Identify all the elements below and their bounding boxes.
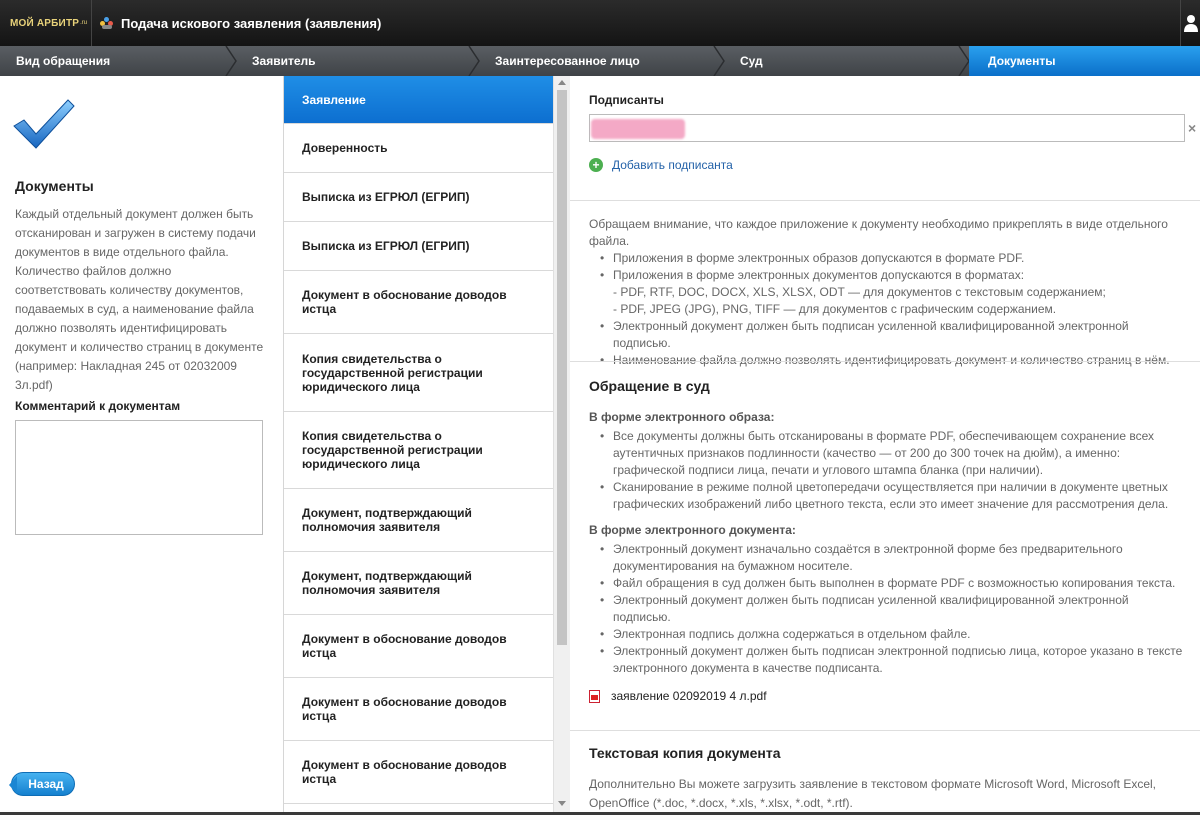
comment-label: Комментарий к документам: [15, 399, 181, 413]
list-item-document[interactable]: Выписка из ЕГРЮЛ (ЕГРИП): [284, 222, 553, 271]
clear-signer-icon[interactable]: ×: [1188, 120, 1196, 136]
step-label: Вид обращения: [16, 54, 111, 68]
list-item-label: Документ, подтверждающий полномочия заяв…: [302, 506, 472, 534]
notice-line: Приложения в форме электронных образов д…: [600, 250, 1189, 267]
checkmark-icon: [13, 99, 75, 149]
list-item-document[interactable]: Документ в обоснование доводов истца: [284, 741, 553, 804]
step-label: Документы: [988, 54, 1056, 68]
scroll-thumb[interactable]: [557, 90, 567, 645]
list-item: Электронный документ изначально создаётс…: [600, 541, 1183, 575]
divider: [570, 730, 1200, 731]
notice-line: Электронный документ должен быть подписа…: [600, 318, 1189, 352]
list-item: Все документы должны быть отсканированы …: [600, 428, 1183, 479]
list-item-label: Документ в обоснование доводов истца: [302, 758, 507, 786]
page-title: Подача искового заявления (заявления): [121, 15, 382, 31]
list-item-label: Документ в обоснование доводов истца: [302, 695, 507, 723]
list-item: Электронный документ должен быть подписа…: [600, 592, 1183, 626]
app-title: Подача искового заявления (заявления): [100, 16, 381, 31]
doc-form-list: Электронный документ изначально создаётс…: [600, 541, 1183, 677]
user-icon[interactable]: [1180, 0, 1200, 46]
top-bar: МОЙ АРБИТР .ru Подача искового заявления …: [0, 0, 1200, 46]
list-item: Сканирование в режиме полной цветопереда…: [600, 479, 1183, 513]
notice-line: - PDF, RTF, DOC, DOCX, XLS, XLSX, ODT — …: [613, 285, 1106, 299]
list-item-label: Выписка из ЕГРЮЛ (ЕГРИП): [302, 239, 470, 253]
step-request-type[interactable]: Вид обращения: [0, 46, 237, 76]
add-signer-label: Добавить подписанта: [612, 158, 733, 172]
documents-heading: Документы: [15, 178, 94, 194]
logo-suffix: .ru: [80, 20, 88, 26]
comment-textarea[interactable]: [15, 420, 263, 535]
signers-label: Подписанты: [589, 93, 664, 107]
documents-list: Заявление Доверенность Выписка из ЕГРЮЛ …: [283, 76, 553, 812]
notice-intro: Обращаем внимание, что каждое приложение…: [589, 217, 1168, 248]
list-item-label: Документ в обоснование доводов истца: [302, 632, 507, 660]
wizard-steps: Вид обращения Заявитель Заинтересованное…: [0, 46, 1200, 76]
people-icon: [100, 16, 114, 30]
back-button-label: Назад: [28, 777, 64, 791]
step-label: Заявитель: [252, 54, 316, 68]
court-request-heading: Обращение в суд: [589, 378, 710, 394]
text-copy-description: Дополнительно Вы можете загрузить заявле…: [589, 777, 1157, 810]
documents-description: Каждый отдельный документ должен быть от…: [15, 207, 264, 392]
signer-field[interactable]: [589, 114, 1185, 142]
list-item-label: Документ в обоснование доводов истца: [302, 288, 507, 316]
list-item-document[interactable]: Документ в обоснование доводов истца: [284, 271, 553, 334]
list-item-label: Доверенность: [302, 141, 388, 155]
scroll-up-arrow-icon[interactable]: [558, 80, 566, 85]
list-item-document[interactable]: Документ в обоснование доводов истца: [284, 615, 553, 678]
list-item-document[interactable]: Копия свидетельства о государственной ре…: [284, 334, 553, 412]
image-form-heading: В форме электронного образа:: [589, 410, 775, 424]
redacted-signer-name: [591, 119, 685, 139]
list-item-label: Документ, подтверждающий полномочия заяв…: [302, 569, 472, 597]
text-copy-heading: Текстовая копия документа: [589, 745, 781, 761]
logo[interactable]: МОЙ АРБИТР .ru: [0, 0, 92, 46]
list-item-document[interactable]: Документ, подтверждающий полномочия заяв…: [284, 552, 553, 615]
list-item-document[interactable]: Доверенность: [284, 124, 553, 173]
list-scrollbar[interactable]: [553, 76, 570, 812]
step-interested-party[interactable]: Заинтересованное лицо: [479, 46, 725, 76]
image-form-list: Все документы должны быть отсканированы …: [600, 428, 1183, 513]
attachments-notice: Обращаем внимание, что каждое приложение…: [589, 216, 1189, 369]
attached-file-link[interactable]: заявление 02092019 4 л.pdf: [589, 689, 767, 703]
left-panel: Документы Каждый отдельный документ долж…: [0, 76, 283, 812]
list-item: Электронный документ должен быть подписа…: [600, 643, 1183, 677]
back-button[interactable]: Назад: [9, 772, 75, 796]
step-applicant[interactable]: Заявитель: [236, 46, 480, 76]
list-item-label: Заявление: [302, 92, 366, 107]
add-signer-link[interactable]: + Добавить подписанта: [589, 158, 733, 172]
list-item: Электронная подпись должна содержаться в…: [600, 626, 1183, 643]
attached-file-name: заявление 02092019 4 л.pdf: [611, 689, 767, 703]
doc-form-heading: В форме электронного документа:: [589, 523, 796, 537]
plus-icon: +: [589, 158, 603, 172]
list-item-document[interactable]: Заявление: [284, 76, 553, 124]
list-item-document[interactable]: Копия свидетельства о государственной ре…: [284, 412, 553, 489]
step-label: Заинтересованное лицо: [495, 54, 640, 68]
list-item-label: Копия свидетельства о государственной ре…: [302, 429, 483, 471]
document-details-panel: Подписанты × + Добавить подписанта Обращ…: [570, 76, 1200, 812]
step-court[interactable]: Суд: [724, 46, 970, 76]
step-documents[interactable]: Документы: [969, 46, 1200, 76]
logo-text: МОЙ АРБИТР: [10, 17, 80, 29]
divider: [570, 361, 1200, 362]
scroll-down-arrow-icon[interactable]: [558, 801, 566, 806]
step-label: Суд: [740, 54, 763, 68]
divider: [570, 200, 1200, 201]
list-item-label: Выписка из ЕГРЮЛ (ЕГРИП): [302, 190, 470, 204]
pdf-file-icon: [589, 689, 600, 703]
notice-line: - PDF, JPEG (JPG), PNG, TIFF — для докум…: [613, 302, 1057, 316]
list-item-document[interactable]: Выписка из ЕГРЮЛ (ЕГРИП): [284, 173, 553, 222]
list-item: Файл обращения в суд должен быть выполне…: [600, 575, 1183, 592]
list-item-document[interactable]: Документ в обоснование доводов истца: [284, 678, 553, 741]
notice-line: Приложения в форме электронных документо…: [600, 267, 1189, 284]
list-item-label: Копия свидетельства о государственной ре…: [302, 351, 483, 394]
list-item-document[interactable]: Документ, подтверждающий полномочия заяв…: [284, 489, 553, 552]
